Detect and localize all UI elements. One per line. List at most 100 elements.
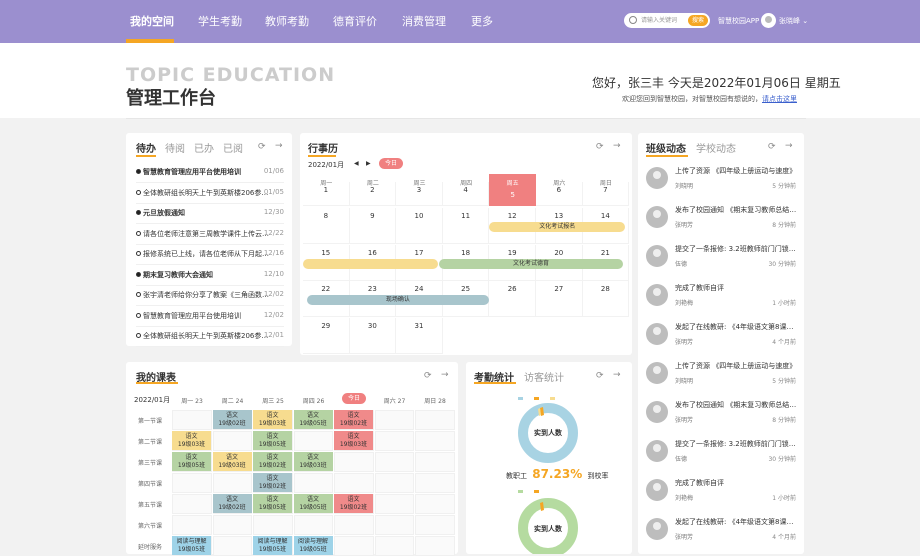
schedule-cell[interactable] <box>293 515 333 535</box>
tab-read[interactable]: 已阅 <box>223 140 243 155</box>
course-block[interactable]: 语文 19级02班 <box>334 410 373 429</box>
list-item[interactable]: 报修系统已上线，请各位老师从下月起使用 12/16 <box>136 245 284 265</box>
today-button[interactable]: 今日 <box>342 393 366 404</box>
nav-consumption[interactable]: 消费管理 <box>402 0 446 43</box>
list-item[interactable]: 元旦放假通知 12/30 <box>136 204 284 224</box>
list-item[interactable]: 发布了校园通知 《期末复习教师总结会议》 张明芳 8 分钟前 <box>646 397 800 435</box>
schedule-cell[interactable] <box>212 431 252 451</box>
course-block[interactable]: 语文 19级03班 <box>334 431 373 450</box>
tab-to-read[interactable]: 待阅 <box>165 140 185 155</box>
schedule-cell[interactable] <box>212 515 252 535</box>
feedback-link[interactable]: 请点击这里 <box>762 95 797 103</box>
schedule-cell[interactable] <box>334 536 374 556</box>
schedule-cell[interactable] <box>415 536 455 556</box>
refresh-icon[interactable]: ⟳ <box>768 142 776 152</box>
schedule-cell[interactable] <box>334 473 374 493</box>
course-block[interactable]: 语文 19级02班 <box>253 452 292 471</box>
schedule-cell[interactable] <box>415 494 455 514</box>
nav-teacher-attendance[interactable]: 教师考勤 <box>265 0 309 43</box>
calendar-day[interactable]: 26 <box>489 281 536 318</box>
schedule-cell[interactable] <box>415 452 455 472</box>
calendar-day-number[interactable]: 2 <box>349 182 397 206</box>
schedule-cell[interactable] <box>415 410 455 430</box>
calendar-day-number[interactable]: 3 <box>396 182 443 206</box>
calendar-day-number[interactable]: 4 <box>442 182 490 206</box>
schedule-cell[interactable] <box>415 473 455 493</box>
list-item[interactable]: 提交了一条报修: 3.2班教师前门门锁损坏 伍德 30 分钟前 <box>646 436 800 474</box>
list-item[interactable]: 全体教研组长明天上午到英斯楼206参加会议 01/05 <box>136 184 284 204</box>
prev-month-icon[interactable]: ◀ <box>354 160 359 167</box>
nav-more[interactable]: 更多 <box>471 0 493 43</box>
course-block[interactable]: 阅读与理解 19级05班 <box>253 536 292 555</box>
schedule-cell[interactable] <box>212 536 252 556</box>
calendar-day[interactable]: 10 <box>396 208 443 244</box>
schedule-cell[interactable] <box>172 410 212 430</box>
calendar-event[interactable] <box>303 259 439 269</box>
schedule-cell[interactable] <box>415 431 455 451</box>
tab-visitor-stats[interactable]: 访客统计 <box>524 369 564 384</box>
calendar-day[interactable]: 29 <box>303 318 350 355</box>
schedule-cell[interactable] <box>172 515 212 535</box>
refresh-icon[interactable]: ⟳ <box>424 371 432 381</box>
arrow-right-icon[interactable]: → <box>785 141 793 151</box>
schedule-cell[interactable] <box>374 452 414 472</box>
calendar-day-number[interactable]: 7 <box>582 182 630 206</box>
user-menu[interactable]: 张晓峰 ⌄ <box>779 16 808 26</box>
list-item[interactable]: 智慧教育管理应用平台使用培训 12/02 <box>136 307 284 327</box>
course-block[interactable]: 语文 19级05班 <box>293 410 333 429</box>
schedule-cell[interactable] <box>172 473 212 493</box>
tab-todo[interactable]: 待办 <box>136 140 156 155</box>
calendar-day[interactable]: 9 <box>349 208 397 244</box>
nav-my-space[interactable]: 我的空间 <box>130 0 174 43</box>
next-month-icon[interactable]: ▶ <box>366 160 371 167</box>
list-item[interactable]: 请各位老师注意第三周教学课件上传云平台 12/22 <box>136 225 284 245</box>
list-item[interactable]: 发起了在线教研: 《4年级语文第8课教学》 张明芳 4 个月前 <box>646 319 800 357</box>
today-button[interactable]: 今日 <box>379 158 403 169</box>
search-box[interactable]: 请输入关键词 搜索 <box>624 13 710 28</box>
schedule-cell[interactable] <box>212 473 252 493</box>
tab-school-news[interactable]: 学校动态 <box>696 140 736 155</box>
schedule-cell[interactable] <box>374 431 414 451</box>
arrow-right-icon[interactable]: → <box>613 370 621 380</box>
calendar-event[interactable]: 文化考试德育 <box>438 259 624 269</box>
arrow-right-icon[interactable]: → <box>275 141 283 151</box>
app-link[interactable]: 智慧校园APP <box>718 16 759 26</box>
calendar-today-cell[interactable]: 周五 5 <box>489 174 536 206</box>
course-block[interactable]: 语文 19级02班 <box>253 473 292 492</box>
course-block[interactable]: 语文 19级05班 <box>253 494 292 513</box>
calendar-event[interactable]: 文化考试报名 <box>489 222 626 232</box>
schedule-cell[interactable] <box>172 494 212 514</box>
arrow-right-icon[interactable]: → <box>613 141 621 151</box>
calendar-day[interactable]: 11 <box>442 208 490 244</box>
schedule-cell[interactable] <box>293 431 333 451</box>
refresh-icon[interactable]: ⟳ <box>596 371 604 381</box>
list-item[interactable]: 提交了一条报修: 3.2班教师前门门锁损坏 伍德 30 分钟前 <box>646 241 800 279</box>
course-block[interactable]: 语文 19级03班 <box>253 410 292 429</box>
course-block[interactable]: 语文 19级03班 <box>212 452 252 471</box>
list-item[interactable]: 全体教研组长明天上午到英斯楼206参加会议 12/01 <box>136 327 284 347</box>
schedule-cell[interactable] <box>334 452 374 472</box>
calendar-day[interactable]: 31 <box>396 318 443 355</box>
nav-moral-evaluation[interactable]: 德育评价 <box>333 0 377 43</box>
calendar-day[interactable]: 30 <box>349 318 397 355</box>
schedule-cell[interactable] <box>253 515 293 535</box>
list-item[interactable]: 完成了教师自评 刘艳梅 1 小时前 <box>646 280 800 318</box>
course-block[interactable]: 语文 19级05班 <box>293 494 333 513</box>
schedule-cell[interactable] <box>415 515 455 535</box>
course-block[interactable]: 阅读与理解 19级05班 <box>293 536 333 555</box>
list-item[interactable]: 智慧教育管理应用平台使用培训 01/06 <box>136 163 284 183</box>
course-block[interactable]: 语文 19级02班 <box>334 494 373 513</box>
search-button[interactable]: 搜索 <box>688 15 708 26</box>
schedule-cell[interactable] <box>374 473 414 493</box>
course-block[interactable]: 语文 19级02班 <box>212 410 252 429</box>
nav-student-attendance[interactable]: 学生考勤 <box>198 0 242 43</box>
refresh-icon[interactable]: ⟳ <box>258 142 266 152</box>
calendar-day-number[interactable]: 1 <box>303 182 350 206</box>
refresh-icon[interactable]: ⟳ <box>596 142 604 152</box>
list-item[interactable]: 期末复习教师大会通知 12/10 <box>136 266 284 286</box>
course-block[interactable]: 语文 19级05班 <box>172 452 211 471</box>
tab-done[interactable]: 已办 <box>194 140 214 155</box>
arrow-right-icon[interactable]: → <box>441 370 449 380</box>
user-avatar-icon[interactable] <box>761 13 776 28</box>
list-item[interactable]: 上传了资源 《四年级上册运动与速度》 刘晓明 5 分钟前 <box>646 358 800 396</box>
